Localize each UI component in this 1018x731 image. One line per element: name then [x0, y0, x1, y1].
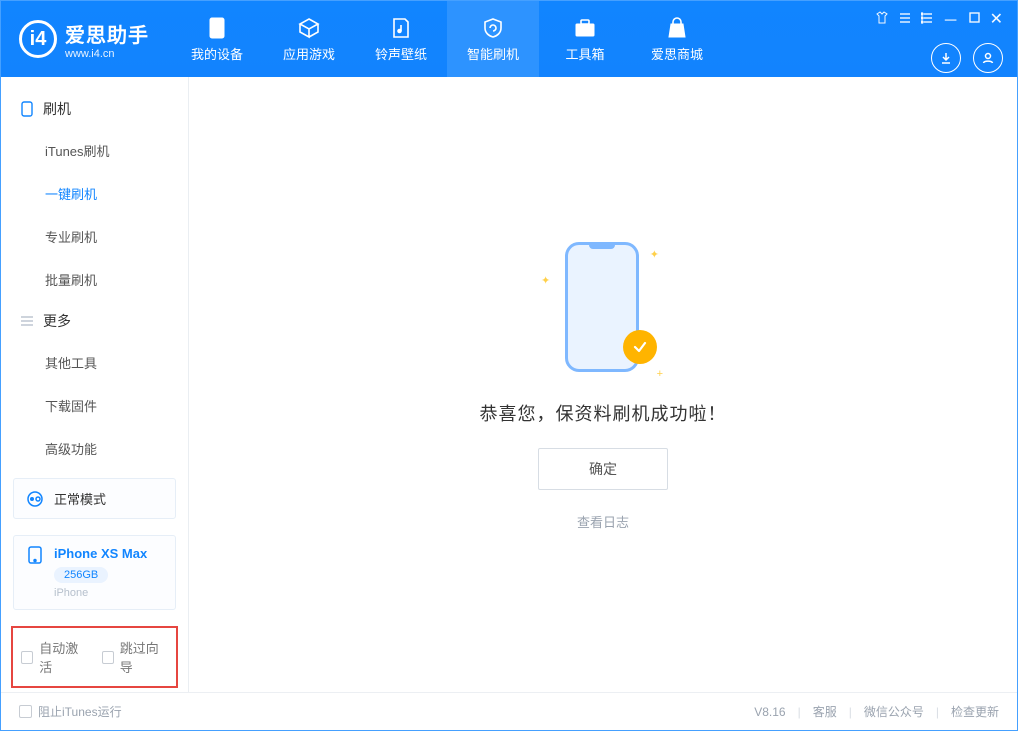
checkbox-label: 自动激活	[39, 638, 87, 676]
sidebar-item-pro-flash[interactable]: 专业刷机	[1, 215, 188, 258]
device-type: iPhone	[54, 587, 147, 599]
nav-label: 我的设备	[191, 44, 243, 63]
main-content: ✦ ✦ + 恭喜您，保资料刷机成功啦！ 确定 查看日志	[189, 77, 1017, 692]
checkbox-auto-activate[interactable]: 自动激活	[21, 638, 88, 676]
sidebar-options-highlighted: 自动激活 跳过向导	[11, 626, 178, 688]
nav-label: 爱思商城	[651, 44, 703, 63]
mode-icon	[26, 490, 44, 508]
nav-toolbox[interactable]: 工具箱	[539, 1, 631, 77]
sparkle-icon: +	[657, 368, 663, 380]
nav-my-device[interactable]: 我的设备	[171, 1, 263, 77]
window-controls: － ✕	[875, 7, 1003, 31]
nav-ringtones[interactable]: 铃声壁纸	[355, 1, 447, 77]
music-file-icon	[389, 16, 413, 40]
sidebar-item-oneclick-flash[interactable]: 一键刷机	[1, 172, 188, 215]
device-box[interactable]: iPhone XS Max 256GB iPhone	[13, 535, 176, 610]
logo: i4 爱思助手 www.i4.cn	[1, 1, 171, 77]
phone-icon	[19, 101, 35, 117]
user-icon[interactable]	[973, 43, 1003, 73]
view-log-link[interactable]: 查看日志	[577, 512, 629, 531]
nav-flash[interactable]: 智能刷机	[447, 1, 539, 77]
sidebar-item-batch-flash[interactable]: 批量刷机	[1, 258, 188, 301]
version-label: V8.16	[754, 705, 785, 719]
app-name: 爱思助手	[65, 19, 149, 48]
footer: 阻止iTunes运行 V8.16 | 客服 | 微信公众号 | 检查更新	[1, 692, 1017, 730]
shop-icon	[665, 16, 689, 40]
nav-apps[interactable]: 应用游戏	[263, 1, 355, 77]
section-title: 刷机	[43, 99, 71, 119]
ok-button[interactable]: 确定	[538, 448, 668, 490]
maximize-button[interactable]	[969, 12, 980, 26]
check-badge-icon	[623, 330, 657, 364]
nav-shop[interactable]: 爱思商城	[631, 1, 723, 77]
body: 刷机 iTunes刷机 一键刷机 专业刷机 批量刷机 更多 其他工具 下载固件 …	[1, 77, 1017, 692]
sidebar-item-download-firmware[interactable]: 下载固件	[1, 384, 188, 427]
nav-label: 应用游戏	[283, 44, 335, 63]
nav-label: 智能刷机	[467, 44, 519, 63]
header-right: － ✕	[861, 1, 1017, 77]
sidebar-section-more: 更多	[1, 301, 188, 341]
checkbox-icon	[19, 705, 32, 718]
mode-box[interactable]: 正常模式	[13, 478, 176, 519]
sidebar-section-flash: 刷机	[1, 89, 188, 129]
minimize-button[interactable]: －	[943, 7, 959, 31]
checkbox-label: 阻止iTunes运行	[38, 703, 122, 720]
checkbox-icon	[102, 651, 114, 664]
success-message: 恭喜您，保资料刷机成功啦！	[480, 400, 727, 426]
footer-link-update[interactable]: 检查更新	[951, 703, 999, 720]
footer-link-wechat[interactable]: 微信公众号	[864, 703, 924, 720]
footer-link-support[interactable]: 客服	[813, 703, 837, 720]
sparkle-icon: ✦	[650, 248, 659, 261]
download-icon[interactable]	[931, 43, 961, 73]
mode-label: 正常模式	[54, 489, 106, 508]
device-icon	[26, 546, 44, 564]
logo-icon: i4	[19, 20, 57, 58]
device-icon	[205, 16, 229, 40]
device-capacity: 256GB	[54, 567, 108, 583]
checkbox-block-itunes[interactable]: 阻止iTunes运行	[19, 703, 122, 720]
section-title: 更多	[43, 311, 71, 331]
checkbox-skip-guide[interactable]: 跳过向导	[102, 638, 169, 676]
nav-label: 工具箱	[565, 44, 604, 63]
sparkle-icon: ✦	[541, 274, 550, 287]
nav-label: 铃声壁纸	[375, 44, 427, 63]
refresh-shield-icon	[481, 16, 505, 40]
close-button[interactable]: ✕	[990, 9, 1003, 29]
sidebar-item-other-tools[interactable]: 其他工具	[1, 341, 188, 384]
sidebar: 刷机 iTunes刷机 一键刷机 专业刷机 批量刷机 更多 其他工具 下载固件 …	[1, 77, 189, 692]
sidebar-item-itunes-flash[interactable]: iTunes刷机	[1, 129, 188, 172]
top-nav: 我的设备 应用游戏 铃声壁纸 智能刷机 工具箱 爱思商城	[171, 1, 723, 77]
list-icon[interactable]	[921, 12, 933, 27]
tshirt-icon[interactable]	[875, 11, 889, 28]
checkbox-icon	[21, 651, 33, 664]
cube-icon	[297, 16, 321, 40]
menu-icon[interactable]	[899, 12, 911, 27]
success-illustration: ✦ ✦ +	[543, 238, 663, 378]
toolbox-icon	[573, 16, 597, 40]
app-url: www.i4.cn	[65, 48, 149, 60]
more-icon	[19, 313, 35, 329]
checkbox-label: 跳过向导	[120, 638, 168, 676]
sidebar-item-advanced[interactable]: 高级功能	[1, 427, 188, 470]
app-header: i4 爱思助手 www.i4.cn 我的设备 应用游戏 铃声壁纸 智能刷机 工具…	[1, 1, 1017, 77]
device-name: iPhone XS Max	[54, 546, 147, 561]
